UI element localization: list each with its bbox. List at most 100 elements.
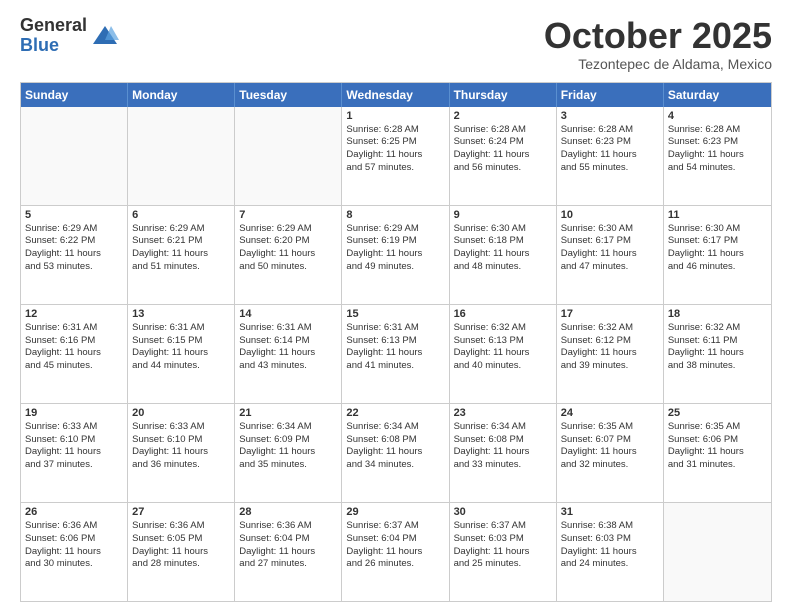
day-number: 26 <box>25 506 123 518</box>
cell-line: Daylight: 11 hours <box>454 248 552 261</box>
day-number: 25 <box>668 407 767 419</box>
cell-line: Sunrise: 6:29 AM <box>239 223 337 236</box>
cell-line: and 46 minutes. <box>668 261 767 274</box>
day-number: 5 <box>25 209 123 221</box>
cell-line: and 50 minutes. <box>239 261 337 274</box>
day-cell-7: 7Sunrise: 6:29 AMSunset: 6:20 PMDaylight… <box>235 206 342 304</box>
calendar-row-4: 26Sunrise: 6:36 AMSunset: 6:06 PMDayligh… <box>21 502 771 601</box>
day-cell-27: 27Sunrise: 6:36 AMSunset: 6:05 PMDayligh… <box>128 503 235 601</box>
cell-line: and 41 minutes. <box>346 360 444 373</box>
cell-line: Daylight: 11 hours <box>346 546 444 559</box>
cell-line: Sunset: 6:14 PM <box>239 335 337 348</box>
calendar-row-3: 19Sunrise: 6:33 AMSunset: 6:10 PMDayligh… <box>21 403 771 502</box>
cell-line: and 35 minutes. <box>239 459 337 472</box>
cell-line: Daylight: 11 hours <box>454 446 552 459</box>
page: General Blue October 2025 Tezontepec de … <box>0 0 792 612</box>
cell-line: Daylight: 11 hours <box>239 347 337 360</box>
day-cell-15: 15Sunrise: 6:31 AMSunset: 6:13 PMDayligh… <box>342 305 449 403</box>
cell-line: and 56 minutes. <box>454 162 552 175</box>
day-cell-empty-0-0 <box>21 107 128 205</box>
cell-line: Sunset: 6:03 PM <box>561 533 659 546</box>
cell-line: Sunset: 6:03 PM <box>454 533 552 546</box>
day-cell-29: 29Sunrise: 6:37 AMSunset: 6:04 PMDayligh… <box>342 503 449 601</box>
day-number: 15 <box>346 308 444 320</box>
day-cell-30: 30Sunrise: 6:37 AMSunset: 6:03 PMDayligh… <box>450 503 557 601</box>
cell-line: and 45 minutes. <box>25 360 123 373</box>
cell-line: Sunrise: 6:33 AM <box>25 421 123 434</box>
day-cell-4: 4Sunrise: 6:28 AMSunset: 6:23 PMDaylight… <box>664 107 771 205</box>
day-number: 19 <box>25 407 123 419</box>
logo-text: General Blue <box>20 16 87 56</box>
cell-line: Daylight: 11 hours <box>25 248 123 261</box>
day-number: 6 <box>132 209 230 221</box>
cell-line: Sunset: 6:08 PM <box>454 434 552 447</box>
cell-line: Sunset: 6:11 PM <box>668 335 767 348</box>
day-cell-2: 2Sunrise: 6:28 AMSunset: 6:24 PMDaylight… <box>450 107 557 205</box>
day-number: 29 <box>346 506 444 518</box>
day-number: 13 <box>132 308 230 320</box>
day-number: 7 <box>239 209 337 221</box>
calendar-header: SundayMondayTuesdayWednesdayThursdayFrid… <box>21 83 771 107</box>
weekday-header-wednesday: Wednesday <box>342 83 449 107</box>
cell-line: Daylight: 11 hours <box>132 347 230 360</box>
cell-line: Daylight: 11 hours <box>25 546 123 559</box>
cell-line: Sunset: 6:17 PM <box>561 235 659 248</box>
day-cell-empty-0-2 <box>235 107 342 205</box>
day-cell-13: 13Sunrise: 6:31 AMSunset: 6:15 PMDayligh… <box>128 305 235 403</box>
day-number: 16 <box>454 308 552 320</box>
cell-line: and 27 minutes. <box>239 558 337 571</box>
logo-general: General <box>20 16 87 36</box>
title-block: October 2025 Tezontepec de Aldama, Mexic… <box>544 16 772 72</box>
cell-line: Sunset: 6:13 PM <box>346 335 444 348</box>
cell-line: and 39 minutes. <box>561 360 659 373</box>
cell-line: Sunset: 6:06 PM <box>25 533 123 546</box>
cell-line: and 54 minutes. <box>668 162 767 175</box>
cell-line: Daylight: 11 hours <box>668 149 767 162</box>
cell-line: and 40 minutes. <box>454 360 552 373</box>
cell-line: Daylight: 11 hours <box>239 248 337 261</box>
cell-line: Sunset: 6:22 PM <box>25 235 123 248</box>
cell-line: and 25 minutes. <box>454 558 552 571</box>
cell-line: Daylight: 11 hours <box>454 347 552 360</box>
logo-blue: Blue <box>20 36 87 56</box>
cell-line: Sunset: 6:09 PM <box>239 434 337 447</box>
day-number: 17 <box>561 308 659 320</box>
cell-line: Sunrise: 6:28 AM <box>668 124 767 137</box>
cell-line: Sunrise: 6:36 AM <box>239 520 337 533</box>
cell-line: Sunset: 6:16 PM <box>25 335 123 348</box>
cell-line: Sunrise: 6:28 AM <box>454 124 552 137</box>
cell-line: Sunset: 6:25 PM <box>346 136 444 149</box>
cell-line: Daylight: 11 hours <box>668 347 767 360</box>
cell-line: Sunset: 6:08 PM <box>346 434 444 447</box>
cell-line: Sunset: 6:19 PM <box>346 235 444 248</box>
weekday-header-friday: Friday <box>557 83 664 107</box>
cell-line: and 31 minutes. <box>668 459 767 472</box>
day-number: 9 <box>454 209 552 221</box>
day-cell-18: 18Sunrise: 6:32 AMSunset: 6:11 PMDayligh… <box>664 305 771 403</box>
cell-line: Sunset: 6:04 PM <box>346 533 444 546</box>
cell-line: and 32 minutes. <box>561 459 659 472</box>
weekday-header-monday: Monday <box>128 83 235 107</box>
cell-line: and 26 minutes. <box>346 558 444 571</box>
day-number: 8 <box>346 209 444 221</box>
cell-line: Daylight: 11 hours <box>25 446 123 459</box>
day-number: 4 <box>668 110 767 122</box>
cell-line: and 55 minutes. <box>561 162 659 175</box>
location: Tezontepec de Aldama, Mexico <box>544 56 772 72</box>
calendar-body: 1Sunrise: 6:28 AMSunset: 6:25 PMDaylight… <box>21 107 771 601</box>
cell-line: Sunrise: 6:31 AM <box>25 322 123 335</box>
cell-line: and 37 minutes. <box>25 459 123 472</box>
cell-line: and 33 minutes. <box>454 459 552 472</box>
cell-line: and 53 minutes. <box>25 261 123 274</box>
cell-line: Daylight: 11 hours <box>561 446 659 459</box>
day-number: 11 <box>668 209 767 221</box>
cell-line: and 49 minutes. <box>346 261 444 274</box>
cell-line: Sunset: 6:18 PM <box>454 235 552 248</box>
day-number: 21 <box>239 407 337 419</box>
day-number: 31 <box>561 506 659 518</box>
cell-line: and 44 minutes. <box>132 360 230 373</box>
cell-line: Daylight: 11 hours <box>132 446 230 459</box>
weekday-header-saturday: Saturday <box>664 83 771 107</box>
cell-line: Sunrise: 6:32 AM <box>668 322 767 335</box>
day-cell-12: 12Sunrise: 6:31 AMSunset: 6:16 PMDayligh… <box>21 305 128 403</box>
